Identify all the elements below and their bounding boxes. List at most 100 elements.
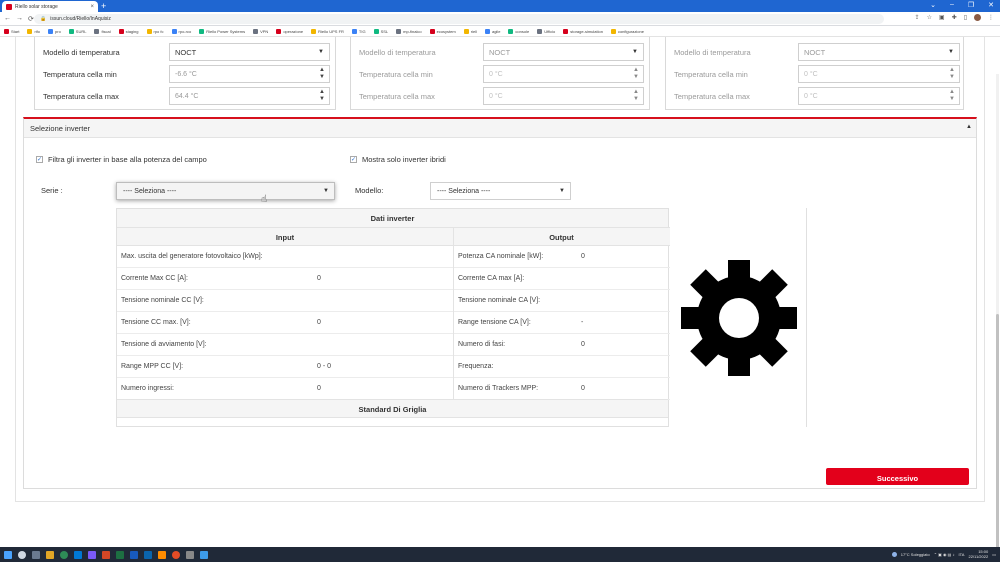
bookmark-item[interactable]: storage-simulation — [563, 28, 603, 34]
cell-temp-max-input[interactable]: 64.4 °C ▲ ▼ — [169, 87, 330, 105]
url-input[interactable]: 🔒 issun.cloud/Riello/InAquisiz — [34, 14, 884, 24]
bookmark-item[interactable]: rpo fc — [146, 28, 164, 34]
outlook-icon[interactable] — [144, 550, 152, 559]
spinner-arrows-icon[interactable]: ▲ ▼ — [949, 67, 955, 81]
bookmark-item[interactable]: fiscal — [94, 28, 111, 34]
bookmark-favicon-icon — [396, 28, 402, 34]
spinner-arrows-icon[interactable]: ▲ ▼ — [633, 67, 639, 81]
window-control-1[interactable]: – — [950, 1, 954, 9]
temperature-model-select[interactable]: NOCT ▼ — [169, 43, 330, 61]
word-icon[interactable] — [130, 550, 138, 559]
bookmark-item[interactable]: Riello UPS FR — [311, 28, 344, 34]
teams-icon[interactable] — [88, 550, 96, 559]
bookmark-item[interactable]: rifo — [27, 28, 40, 34]
filter-power-checkbox[interactable]: ✓ — [36, 156, 43, 163]
bookmark-item[interactable]: Start — [4, 28, 20, 34]
sidebar-icon[interactable]: ▯ — [964, 14, 967, 21]
search-icon[interactable] — [18, 550, 26, 559]
cell-temp-min-input[interactable]: 0 °C ▲ ▼ — [483, 65, 644, 83]
table-row: Range tensione CA [V]: - — [454, 312, 670, 334]
cell-temp-min-input[interactable]: -6.6 °C ▲ ▼ — [169, 65, 330, 83]
spinner-arrows-icon[interactable]: ▲ ▼ — [633, 89, 639, 103]
bookmark-item[interactable]: configurazione — [610, 28, 644, 34]
bookmark-item[interactable]: operazione — [276, 28, 303, 34]
windows-start-icon[interactable] — [4, 550, 12, 559]
edge-icon[interactable] — [74, 550, 82, 559]
bookmark-favicon-icon — [48, 28, 54, 34]
output-column-header: Output — [453, 227, 670, 246]
browser-tab[interactable]: Riello solar storage × — [2, 1, 98, 12]
excel-icon[interactable] — [116, 550, 124, 559]
filter-power-checkbox-row[interactable]: ✓ Filtra gli inverter in base alla poten… — [36, 155, 207, 164]
language-indicator[interactable]: ITA — [959, 552, 965, 557]
bookmark-item[interactable]: Riello Power Systems — [199, 28, 245, 34]
clock[interactable]: 15:00 22/11/2022 — [968, 549, 988, 559]
table-row: Potenza CA nominale [kW]: 0 — [454, 246, 670, 268]
bookmark-item[interactable]: ecosystem — [429, 28, 456, 34]
temperature-model-select[interactable]: NOCT ▼ — [483, 43, 644, 61]
weather-text[interactable]: 17°C Soleggiato — [901, 552, 930, 557]
window-control-3[interactable]: ✕ — [988, 1, 994, 9]
model-select[interactable]: ---- Seleziona ---- ▼ — [430, 182, 571, 200]
bookmark-item[interactable]: pro — [48, 28, 61, 34]
hybrid-only-checkbox[interactable]: ✓ — [350, 156, 357, 163]
cell-temp-max-label: Temperatura cella max — [359, 92, 435, 101]
cell-temp-min-input[interactable]: 0 °C ▲ ▼ — [798, 65, 960, 83]
new-tab-button[interactable]: + — [101, 1, 106, 11]
back-arrow-icon[interactable]: ← — [4, 15, 11, 22]
bookmark-item[interactable]: rpo-rco — [171, 28, 191, 34]
spinner-arrows-icon[interactable]: ▲ ▼ — [949, 89, 955, 103]
row-value: 0 — [317, 275, 321, 282]
bookmark-item[interactable]: console — [508, 28, 529, 34]
temperature-model-value: NOCT — [175, 48, 197, 57]
cell-temp-max-input[interactable]: 0 °C ▲ ▼ — [798, 87, 960, 105]
bookmark-item[interactable]: agile — [484, 28, 500, 34]
app-icon[interactable] — [200, 550, 208, 559]
window-control-2[interactable]: ❐ — [968, 1, 974, 9]
inverter-section-header[interactable]: Selezione inverter ▲ — [24, 119, 976, 138]
temperature-model-label: Modello di temperatura — [43, 48, 120, 57]
series-select[interactable]: ---- Seleziona ---- ▼ — [116, 182, 335, 200]
reload-icon[interactable]: ⟳ — [28, 15, 34, 23]
bookmark-item[interactable]: VPN — [253, 28, 268, 34]
bookmark-label: ecosystem — [436, 28, 456, 34]
bookmark-item[interactable]: SSL — [373, 28, 388, 34]
bookmark-item[interactable]: riell — [463, 28, 477, 34]
share-icon[interactable]: ⇪ — [915, 14, 920, 21]
spinner-arrows-icon[interactable]: ▲ ▼ — [319, 67, 325, 81]
puzzle-icon[interactable]: ✚ — [952, 14, 957, 21]
powerpoint-icon[interactable] — [102, 550, 110, 559]
menu-kebab-icon[interactable]: ⋮ — [988, 14, 994, 21]
temperature-model-select[interactable]: NOCT ▼ — [798, 43, 960, 61]
bookmark-star-icon[interactable]: ☆ — [927, 14, 932, 21]
file-explorer-icon[interactable] — [46, 550, 54, 559]
bookmark-favicon-icon — [199, 28, 205, 34]
bookmark-item[interactable]: mp-finalco — [396, 28, 422, 34]
hybrid-only-checkbox-row[interactable]: ✓ Mostra solo inverter ibridi — [350, 155, 446, 164]
chrome-icon[interactable] — [60, 550, 68, 559]
bookmark-item[interactable]: TIG — [351, 28, 366, 34]
task-view-icon[interactable] — [32, 550, 40, 559]
vlc-icon[interactable] — [158, 550, 166, 559]
bookmark-label: Start — [11, 28, 20, 34]
app-icon[interactable] — [186, 550, 194, 559]
next-button[interactable]: Successivo — [826, 468, 969, 485]
page-scrollbar[interactable] — [996, 74, 999, 552]
notification-icon[interactable]: ▭ — [992, 552, 996, 557]
bookmark-item[interactable]: staging — [118, 28, 139, 34]
profile-avatar[interactable] — [974, 14, 981, 21]
app-icon[interactable] — [172, 550, 180, 559]
collapse-caret-up-icon[interactable]: ▲ — [966, 124, 972, 130]
window-control-0[interactable]: ⌄ — [930, 1, 936, 9]
caret-down-icon: ▼ — [632, 49, 638, 55]
spinner-arrows-icon[interactable]: ▲ ▼ — [319, 89, 325, 103]
scrollbar-thumb[interactable] — [996, 314, 999, 549]
bookmark-item[interactable]: SURL — [68, 28, 86, 34]
extension-icon[interactable]: ▣ — [939, 14, 945, 21]
bookmark-item[interactable]: Ufficio — [537, 28, 555, 34]
tray-icons[interactable]: ⌃ ▣ ◉ ▤ ♪ — [934, 552, 955, 557]
tab-close-icon[interactable]: × — [90, 4, 94, 10]
forward-arrow-icon[interactable]: → — [16, 15, 23, 22]
cell-temp-max-input[interactable]: 0 °C ▲ ▼ — [483, 87, 644, 105]
cell-temp-min-value: 0 °C — [489, 71, 503, 78]
